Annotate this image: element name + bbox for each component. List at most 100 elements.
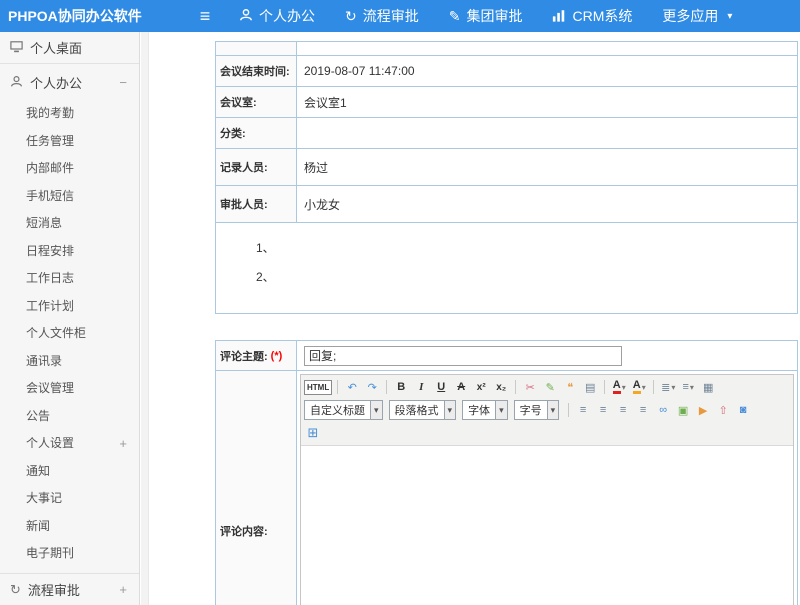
- bold-icon[interactable]: B: [392, 378, 410, 396]
- paragraph-format-select[interactable]: 段落格式 ▾: [389, 400, 457, 420]
- remove-format-icon[interactable]: ✂: [521, 378, 539, 396]
- highlight-color-icon[interactable]: A▾: [630, 378, 648, 396]
- expand-toggle[interactable]: +: [119, 430, 127, 458]
- form-label-cell: 会议结束时间:: [216, 56, 297, 86]
- content-area: 会议结束时间: 2019-08-07 11:47:00 会议室: 会议室1 分类…: [149, 32, 800, 605]
- align-left-icon[interactable]: ≡: [574, 401, 592, 419]
- upload-icon[interactable]: ⇧: [714, 401, 732, 419]
- image-icon[interactable]: ▣: [674, 401, 692, 419]
- sidebar-item-short-message[interactable]: 短消息: [0, 210, 139, 238]
- sidebar-item-ejournal[interactable]: 电子期刊: [0, 540, 139, 568]
- sidebar-item-news[interactable]: 新闻: [0, 513, 139, 541]
- nav-group-approval[interactable]: ✎ 集团审批: [434, 0, 538, 32]
- redo-icon[interactable]: ↷: [363, 378, 381, 396]
- desktop-icon: [10, 41, 23, 55]
- align-right-icon[interactable]: ≡: [614, 401, 632, 419]
- editor-toolbar: HTML ↶ ↷ B I U A x² x₂ ✂: [301, 375, 793, 446]
- sidebar-section-label: 流程审批: [28, 580, 80, 599]
- grid-icon[interactable]: ▦: [699, 378, 717, 396]
- editor-content-area[interactable]: [301, 446, 793, 605]
- nav-more-apps[interactable]: 更多应用 ▾: [647, 0, 747, 32]
- sidebar-item-label: 个人文件柜: [26, 326, 86, 340]
- ordered-list-icon[interactable]: ≣▾: [659, 378, 677, 396]
- unordered-list-icon[interactable]: ≡▾: [679, 378, 697, 396]
- nav-workflow-approval[interactable]: ↻ 流程审批: [330, 0, 434, 32]
- caret-down-icon: ▾: [727, 11, 732, 22]
- caret-down-icon: ▾: [690, 383, 694, 392]
- form-label-cell: [216, 42, 297, 55]
- link-icon[interactable]: ∞: [654, 401, 672, 419]
- form-value-cell: 杨过: [297, 149, 798, 185]
- sidebar-item-label: 个人桌面: [30, 38, 82, 57]
- field-label: 记录人员:: [220, 159, 268, 175]
- field-label: 审批人员:: [220, 196, 268, 212]
- select-label: 段落格式: [390, 402, 444, 418]
- font-color-glyph: A: [613, 380, 621, 394]
- form-label-cell: 分类:: [216, 118, 297, 148]
- caret-down-icon: ▾: [370, 401, 382, 419]
- sidebar-item-notifications[interactable]: 通知: [0, 458, 139, 486]
- font-color-icon[interactable]: A▾: [610, 378, 628, 396]
- sidebar-item-contacts[interactable]: 通讯录: [0, 348, 139, 376]
- sidebar-item-label: 电子期刊: [26, 546, 74, 560]
- comment-subject-input[interactable]: [304, 346, 622, 366]
- sidebar-item-work-log[interactable]: 工作日志: [0, 265, 139, 293]
- subscript-icon[interactable]: x₂: [492, 378, 510, 396]
- hamburger-menu-icon[interactable]: ≡: [186, 6, 224, 27]
- sidebar-item-announcements[interactable]: 公告: [0, 403, 139, 431]
- toolbar-separator: [604, 380, 605, 394]
- caret-down-icon: ▾: [444, 401, 456, 419]
- main-nav: 个人办公 ↻ 流程审批 ✎ 集团审批 CRM系统 更多应用 ▾: [224, 0, 747, 32]
- field-label: 会议结束时间:: [220, 63, 290, 79]
- sidebar-scrollbar-track[interactable]: [141, 32, 149, 605]
- sidebar-item-label: 公告: [26, 409, 50, 423]
- nav-personal-office[interactable]: 个人办公: [224, 0, 330, 32]
- format-brush-icon[interactable]: ✎: [541, 378, 559, 396]
- sidebar-item-attendance[interactable]: 我的考勤: [0, 100, 139, 128]
- sidebar-item-tasks[interactable]: 任务管理: [0, 128, 139, 156]
- edit-icon: ✎: [449, 9, 461, 23]
- superscript-icon[interactable]: x²: [472, 378, 490, 396]
- sidebar-item-internal-mail[interactable]: 内部邮件: [0, 155, 139, 183]
- content-line: 2、: [256, 268, 797, 285]
- sidebar-item-work-plan[interactable]: 工作计划: [0, 293, 139, 321]
- toolbar-separator: [515, 380, 516, 394]
- custom-heading-select[interactable]: 自定义标题 ▾: [304, 400, 383, 420]
- sidebar-item-label: 工作日志: [26, 271, 74, 285]
- sidebar-item-sms[interactable]: 手机短信: [0, 183, 139, 211]
- sidebar-item-file-cabinet[interactable]: 个人文件柜: [0, 320, 139, 348]
- undo-icon[interactable]: ↶: [343, 378, 361, 396]
- sidebar-item-label: 个人设置: [26, 436, 74, 450]
- sidebar-item-label: 手机短信: [26, 189, 74, 203]
- html-source-button[interactable]: HTML: [304, 380, 332, 395]
- field-value: 会议室1: [304, 94, 347, 111]
- collapse-toggle[interactable]: −: [119, 64, 127, 100]
- font-family-select[interactable]: 字体 ▾: [462, 400, 508, 420]
- sidebar-item-schedule[interactable]: 日程安排: [0, 238, 139, 266]
- save-icon[interactable]: ◙: [734, 401, 752, 419]
- sidebar-section-workflow-approval[interactable]: ↻ 流程审批 +: [0, 573, 139, 605]
- expand-toggle[interactable]: +: [119, 574, 127, 605]
- underline-icon[interactable]: U: [432, 378, 450, 396]
- align-justify-icon[interactable]: ≡: [634, 401, 652, 419]
- field-label: 会议室:: [220, 94, 257, 110]
- sidebar-item-milestones[interactable]: 大事记: [0, 485, 139, 513]
- form-label-cell: 评论主题: (*): [216, 341, 297, 370]
- media-icon[interactable]: ▶: [694, 401, 712, 419]
- caret-down-icon: ▾: [642, 383, 646, 392]
- font-size-select[interactable]: 字号 ▾: [514, 400, 560, 420]
- left-sidebar: 个人桌面 个人办公 − 我的考勤 任务管理 内部邮件 手机短信 短消息 日程安排…: [0, 32, 140, 605]
- sidebar-item-personal-settings[interactable]: 个人设置 +: [0, 430, 139, 458]
- strikethrough-icon[interactable]: A: [452, 378, 470, 396]
- sidebar-section-personal-office[interactable]: 个人办公 −: [0, 64, 139, 100]
- blockquote-icon[interactable]: ❝: [561, 378, 579, 396]
- nav-label: 个人办公: [259, 6, 315, 26]
- paste-plain-icon[interactable]: ▤: [581, 378, 599, 396]
- sidebar-item-personal-desktop[interactable]: 个人桌面: [0, 32, 139, 64]
- nav-crm-system[interactable]: CRM系统: [537, 0, 647, 32]
- sidebar-item-meetings[interactable]: 会议管理: [0, 375, 139, 403]
- sidebar-item-label: 大事记: [26, 491, 62, 505]
- table-icon[interactable]: ⊞: [304, 424, 322, 442]
- align-center-icon[interactable]: ≡: [594, 401, 612, 419]
- italic-icon[interactable]: I: [412, 378, 430, 396]
